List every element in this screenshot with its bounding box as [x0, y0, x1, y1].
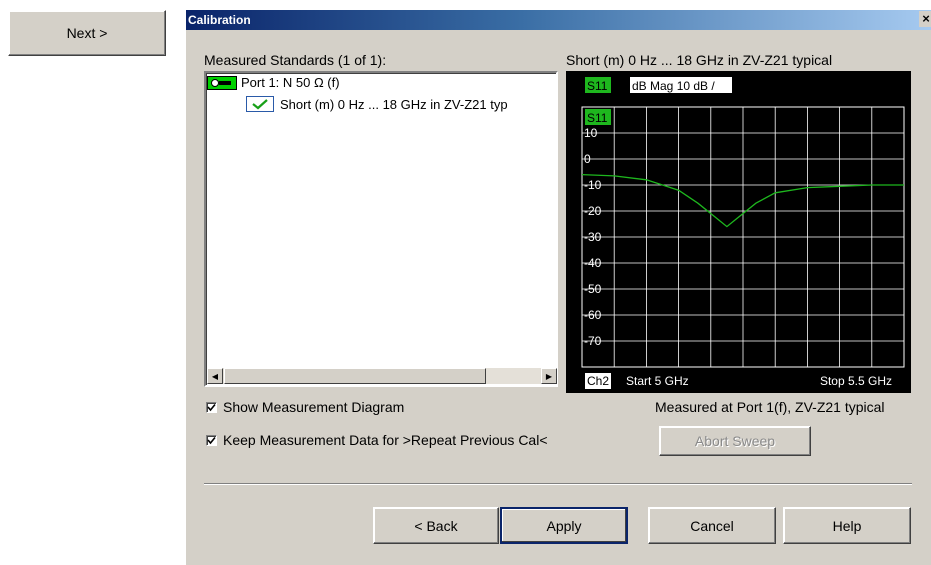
y-tick-label: -30 — [584, 230, 602, 244]
tree-item-standard[interactable]: Short (m) 0 Hz ... 18 GHz in ZV-Z21 typ — [246, 96, 508, 112]
scrollbar-thumb[interactable] — [224, 368, 486, 384]
y-tick-label: -70 — [584, 334, 602, 348]
checkmark-icon — [246, 96, 274, 112]
start-frequency-label: Start 5 GHz — [626, 374, 689, 388]
help-button[interactable]: Help — [783, 507, 911, 544]
channel-label: Ch2 — [587, 374, 609, 388]
help-label: Help — [832, 517, 862, 534]
trace-marker-label: S11 — [587, 111, 608, 125]
apply-label: Apply — [546, 517, 582, 534]
y-tick-label: -10 — [584, 178, 602, 192]
measured-at-label: Measured at Port 1(f), ZV-Z21 typical — [655, 399, 885, 415]
standard-label: Short (m) 0 Hz ... 18 GHz in ZV-Z21 typ — [280, 96, 508, 112]
abort-sweep-button: Abort Sweep — [659, 426, 811, 456]
measurement-diagram: 10 0 -10 -20 -30 -40 -50 -60 -70 S11 dB Mag 10 dB … — [566, 71, 911, 393]
apply-button[interactable]: Apply — [500, 507, 628, 544]
tree-item-port[interactable]: Port 1: N 50 Ω (f) — [207, 75, 340, 90]
scroll-right-icon[interactable]: ▶ — [541, 368, 557, 384]
y-tick-label: -60 — [584, 308, 602, 322]
port-label: Port 1: N 50 Ω (f) — [241, 75, 340, 90]
format-label: dB Mag 10 dB / — [632, 79, 715, 93]
port-connector-icon — [207, 75, 237, 90]
measured-standards-label: Measured Standards (1 of 1): — [204, 52, 387, 68]
y-tick-label: -40 — [584, 256, 602, 270]
y-tick-label: -50 — [584, 282, 602, 296]
keep-data-check-icon — [206, 434, 217, 446]
show-diagram-check-icon — [206, 401, 217, 413]
back-button[interactable]: < Back — [373, 507, 499, 544]
dialog-title: Calibration — [188, 13, 251, 27]
y-tick-label: -20 — [584, 204, 602, 218]
cancel-button[interactable]: Cancel — [648, 507, 776, 544]
horizontal-scrollbar[interactable]: ◀ ▶ — [207, 368, 557, 384]
next-label: Next > — [66, 25, 108, 41]
keep-data-label: Keep Measurement Data for >Repeat Previo… — [223, 432, 548, 448]
close-icon[interactable]: × — [919, 11, 931, 27]
cancel-label: Cancel — [690, 517, 734, 534]
show-diagram-label: Show Measurement Diagram — [223, 399, 405, 415]
separator — [204, 483, 912, 485]
y-tick-label: 10 — [584, 126, 598, 140]
abort-sweep-label: Abort Sweep — [694, 433, 776, 449]
next-button[interactable]: Next > — [8, 10, 166, 56]
back-label: < Back — [414, 517, 458, 534]
standards-tree[interactable]: Port 1: N 50 Ω (f) Short (m) 0 Hz ... 18… — [204, 71, 558, 387]
keep-data-checkbox[interactable]: Keep Measurement Data for >Repeat Previo… — [206, 432, 548, 448]
trace-label: S11 — [587, 79, 608, 93]
title-bar: Calibration × — [186, 10, 931, 30]
show-diagram-checkbox[interactable]: Show Measurement Diagram — [206, 399, 404, 415]
diagram-title: Short (m) 0 Hz ... 18 GHz in ZV-Z21 typi… — [566, 52, 833, 68]
stop-frequency-label: Stop 5.5 GHz — [820, 374, 892, 388]
scroll-left-icon[interactable]: ◀ — [207, 368, 223, 384]
calibration-dialog: Calibration × Measured Standards (1 of 1… — [186, 10, 931, 565]
y-tick-label: 0 — [584, 152, 591, 166]
